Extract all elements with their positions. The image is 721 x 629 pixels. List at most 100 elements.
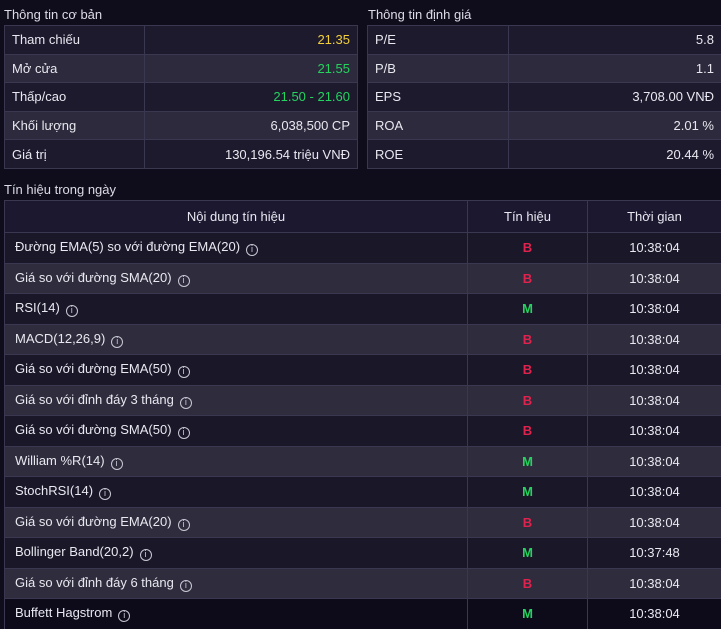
- valuation-title: Thông tin định giá: [368, 7, 472, 22]
- basic-info-value: 6,038,500 CP: [144, 110, 358, 141]
- info-icon[interactable]: i: [177, 518, 190, 531]
- signal-time: 10:38:04: [587, 323, 721, 355]
- valuation-row: ROA 2.01 %: [367, 110, 721, 141]
- signal-time: 10:38:04: [587, 598, 721, 629]
- signal-name-cell: Giá so với đỉnh đáy 3 tháng i: [4, 384, 468, 416]
- basic-info-label: Khối lượng: [4, 110, 145, 141]
- info-icon[interactable]: i: [110, 457, 123, 470]
- basic-info-label: Thấp/cao: [4, 82, 145, 112]
- signal-name-cell: Giá so với đường SMA(20) i: [4, 262, 468, 294]
- info-icon[interactable]: i: [139, 549, 152, 562]
- signal-name: Giá so với đường SMA(20): [15, 269, 172, 285]
- basic-info-row: Thấp/cao 21.50 - 21.60: [4, 82, 358, 112]
- signal-value: M: [467, 598, 588, 629]
- signal-name-cell: MACD(12,26,9) i: [4, 323, 468, 355]
- signal-time: 10:38:04: [587, 476, 721, 508]
- basic-info-value: 21.55: [144, 53, 358, 84]
- signal-name-cell: William %R(14) i: [4, 445, 468, 477]
- signal-name: Giá so với đường EMA(50): [15, 361, 172, 377]
- basic-info-row: Tham chiếu 21.35: [4, 25, 358, 55]
- valuation-row: ROE 20.44 %: [367, 139, 721, 169]
- valuation-row: P/B 1.1: [367, 53, 721, 84]
- signal-name-cell: Bollinger Band(20,2) i: [4, 537, 468, 569]
- valuation-label: ROA: [367, 110, 509, 141]
- signal-value: B: [467, 567, 588, 599]
- valuation-row: EPS 3,708.00 VNĐ: [367, 82, 721, 112]
- signal-name-cell: Đường EMA(5) so với đường EMA(20) i: [4, 232, 468, 264]
- signal-time: 10:38:04: [587, 232, 721, 264]
- signal-value: B: [467, 506, 588, 538]
- info-icon[interactable]: i: [99, 488, 112, 501]
- info-icon[interactable]: i: [246, 244, 259, 257]
- signal-time: 10:38:04: [587, 293, 721, 325]
- signal-time: 10:38:04: [587, 567, 721, 599]
- signals-title: Tín hiệu trong ngày: [4, 182, 117, 197]
- info-icon[interactable]: i: [177, 427, 190, 440]
- signal-name-cell: Giá so với đỉnh đáy 6 tháng i: [4, 567, 468, 599]
- valuation-row: P/E 5.8: [367, 25, 721, 55]
- info-icon[interactable]: i: [177, 366, 190, 379]
- signal-row: Buffett Hagstrom i M 10:38:04: [4, 598, 721, 629]
- signal-value: B: [467, 415, 588, 447]
- info-icon[interactable]: i: [118, 610, 131, 623]
- signal-time: 10:38:04: [587, 354, 721, 386]
- signal-name-cell: RSI(14) i: [4, 293, 468, 325]
- signal-row: Giá so với đỉnh đáy 3 tháng i B 10:38:04: [4, 384, 721, 416]
- signal-name: Buffett Hagstrom: [15, 605, 113, 621]
- basic-info-value: 130,196.54 triệu VNĐ: [144, 139, 358, 169]
- signal-row: MACD(12,26,9) i B 10:38:04: [4, 323, 721, 355]
- signal-row: Giá so với đường EMA(50) i B 10:38:04: [4, 354, 721, 386]
- signal-name: Bollinger Band(20,2): [15, 544, 134, 560]
- basic-info-row: Mở cửa 21.55: [4, 53, 358, 84]
- header-time: Thời gian: [587, 200, 721, 233]
- signal-name-cell: Giá so với đường EMA(20) i: [4, 506, 468, 538]
- signal-time: 10:38:04: [587, 415, 721, 447]
- signal-row: Bollinger Band(20,2) i M 10:37:48: [4, 537, 721, 569]
- signal-value: M: [467, 476, 588, 508]
- signal-name: Giá so với đường SMA(50): [15, 422, 172, 438]
- signal-row: RSI(14) i M 10:38:04: [4, 293, 721, 325]
- info-icon[interactable]: i: [179, 396, 192, 409]
- signal-row: William %R(14) i M 10:38:04: [4, 445, 721, 477]
- signal-time: 10:38:04: [587, 262, 721, 294]
- signal-row: Đường EMA(5) so với đường EMA(20) i B 10:38…: [4, 232, 721, 264]
- signal-name: William %R(14): [15, 452, 105, 468]
- info-icon[interactable]: i: [65, 305, 78, 318]
- signal-row: Giá so với đường SMA(20) i B 10:38:04: [4, 262, 721, 294]
- signal-name: Giá so với đỉnh đáy 3 tháng: [15, 391, 174, 407]
- signal-time: 10:38:04: [587, 445, 721, 477]
- info-icon[interactable]: i: [179, 579, 192, 592]
- info-icon[interactable]: i: [111, 335, 124, 348]
- signals-header-row: Nội dung tín hiệu Tín hiệu Thời gian: [4, 200, 721, 233]
- valuation-label: P/B: [367, 53, 509, 84]
- signal-value: B: [467, 323, 588, 355]
- signal-row: Giá so với đỉnh đáy 6 tháng i B 10:38:04: [4, 567, 721, 599]
- header-signal: Tín hiệu: [467, 200, 588, 233]
- valuation-value: 20.44 %: [508, 139, 721, 169]
- signal-value: B: [467, 262, 588, 294]
- signal-value: B: [467, 384, 588, 416]
- signal-row: Giá so với đường SMA(50) i B 10:38:04: [4, 415, 721, 447]
- signal-name-cell: Giá so với đường SMA(50) i: [4, 415, 468, 447]
- signal-value: B: [467, 232, 588, 264]
- basic-info-label: Giá trị: [4, 139, 145, 169]
- basic-info-label: Mở cửa: [4, 53, 145, 84]
- basic-info-title: Thông tin cơ bản: [4, 7, 103, 22]
- signal-name-cell: Giá so với đường EMA(50) i: [4, 354, 468, 386]
- valuation-value: 1.1: [508, 53, 721, 84]
- signal-value: M: [467, 293, 588, 325]
- signal-value: B: [467, 354, 588, 386]
- signal-name: MACD(12,26,9): [15, 330, 106, 346]
- signal-name: Giá so với đỉnh đáy 6 tháng: [15, 574, 174, 590]
- valuation-value: 2.01 %: [508, 110, 721, 141]
- signal-name: RSI(14): [15, 300, 60, 316]
- valuation-value: 3,708.00 VNĐ: [508, 82, 721, 112]
- signal-name-cell: Buffett Hagstrom i: [4, 598, 468, 629]
- basic-info-table: Tham chiếu 21.35 Mở cửa 21.55 Thấp/cao 21.50 …: [4, 25, 358, 169]
- basic-info-label: Tham chiếu: [4, 25, 145, 55]
- basic-info-row: Khối lượng 6,038,500 CP: [4, 110, 358, 141]
- signal-name: StochRSI(14): [15, 483, 94, 499]
- signal-row: StochRSI(14) i M 10:38:04: [4, 476, 721, 508]
- info-icon[interactable]: i: [177, 274, 190, 287]
- signal-value: M: [467, 445, 588, 477]
